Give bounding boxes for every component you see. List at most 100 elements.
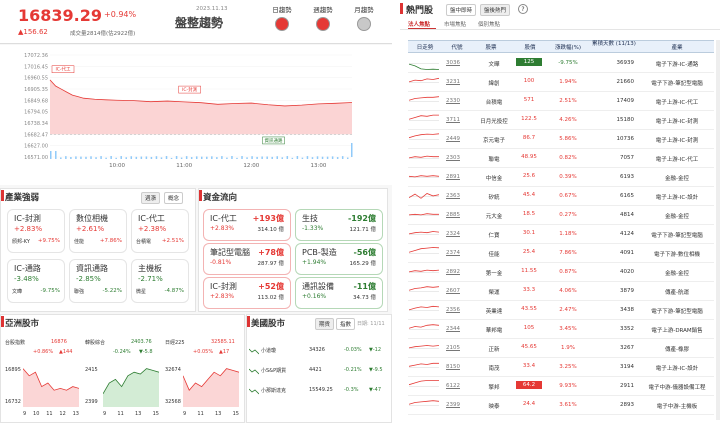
row-name[interactable]: 佳能	[478, 250, 510, 258]
row-name[interactable]: 台積電	[478, 98, 510, 106]
row-days: 6193	[620, 174, 634, 180]
trend-weekly[interactable]: 週趨勢	[303, 4, 343, 31]
industry-leader-pct: +9.75%	[37, 238, 60, 244]
fundflow-card[interactable]: IC-封測 +2.83% +52億 113.02 億	[203, 277, 291, 309]
table-row[interactable]: 3711 日月光投控 122.5 4.26% 15180 電子上游-IC-封測	[408, 111, 714, 130]
asia-sparkline	[103, 368, 159, 407]
row-code[interactable]: 3231	[446, 79, 460, 85]
tab-after-hours[interactable]: 盤後熱門	[480, 4, 511, 16]
row-code[interactable]: 8150	[446, 364, 460, 370]
row-code[interactable]: 2324	[446, 231, 460, 237]
industry-card[interactable]: IC-封測 +2.83% 頎邦-KY +9.75%	[7, 209, 65, 253]
subtab-market[interactable]: 市場焦點	[444, 20, 466, 28]
asia-market-card[interactable]: 韓股綜合 2403.76 -0.24% ▼-5.8 2415 2399 9 11 13 15	[83, 337, 161, 421]
row-days: 10736	[616, 136, 635, 142]
row-code[interactable]: 2885	[446, 212, 460, 218]
table-row[interactable]: 2449 京元電子 86.7 5.86% 10736 電子上游-IC-封測	[408, 130, 714, 149]
table-row[interactable]: 2356 英業達 43.55 2.47% 3438 電子下游-筆記型電腦	[408, 301, 714, 320]
tab-intraday[interactable]: 盤中即時	[446, 4, 477, 16]
row-industry: 電子下游-筆記型電腦	[651, 233, 703, 239]
table-row[interactable]: 2303 聯電 48.95 0.82% 7057 電子上游-IC-代工	[408, 149, 714, 168]
row-code[interactable]: 2344	[446, 326, 460, 332]
asia-tick: 10	[33, 411, 40, 417]
fundflow-card[interactable]: 筆記型電腦 -0.81% +78億 287.97 億	[203, 243, 291, 275]
table-row[interactable]: 8150 南茂 33.4 3.25% 3194 電子上游-IC-設計	[408, 358, 714, 377]
subtab-institutional[interactable]: 法人焦點	[408, 20, 430, 28]
row-name[interactable]: 南茂	[478, 364, 510, 372]
table-row[interactable]: 2374 佳能 25.4 7.86% 4091 電子下游-數位相機	[408, 244, 714, 263]
table-row[interactable]: 3231 緯創 100 1.94% 21660 電子下游-筆記型電腦	[408, 73, 714, 92]
row-code[interactable]: 2607	[446, 288, 460, 294]
row-name[interactable]: 英業達	[478, 307, 510, 315]
trend-daily[interactable]: 日趨勢	[262, 4, 302, 31]
fundflow-card[interactable]: 通訊設備 +0.16% -11億 34.73 億	[295, 277, 383, 309]
industry-toggle-weekly[interactable]: 週漲	[141, 192, 161, 204]
fundflow-card[interactable]: PCB-製造 +1.94% -56億 165.29 億	[295, 243, 383, 275]
row-code[interactable]: 2399	[446, 402, 460, 408]
table-row[interactable]: 2330 台積電 571 2.51% 17409 電子上游-IC-代工	[408, 92, 714, 111]
table-row[interactable]: 2607 榮運 33.3 4.06% 3879 傳產-航運	[408, 282, 714, 301]
row-code[interactable]: 2356	[446, 307, 460, 313]
table-row[interactable]: 2891 中信金 25.6 0.39% 6193 金融-金控	[408, 168, 714, 187]
industry-card[interactable]: 主機板 -2.71% 微星 -4.87%	[131, 259, 189, 303]
row-name[interactable]: 聯電	[478, 155, 510, 163]
row-code[interactable]: 2449	[446, 136, 460, 142]
row-name[interactable]: 仁寶	[478, 231, 510, 239]
table-row[interactable]: 2324 仁寶 30.1 1.18% 4124 電子下游-筆記型電腦	[408, 225, 714, 244]
y-tick-label: 16682.47	[24, 132, 48, 138]
row-code[interactable]: 2303	[446, 155, 460, 161]
subtab-individual[interactable]: 個別焦點	[478, 20, 500, 28]
industry-card[interactable]: IC-通路 -3.48% 文曄 -9.75%	[7, 259, 65, 303]
fundflow-card[interactable]: IC-代工 +2.83% +193億 314.10 億	[203, 209, 291, 241]
asia-market-card[interactable]: 日經225 32585.11 +0.05% ▲17 32674 32568 9 11 13 15	[163, 337, 241, 421]
volume-bar	[105, 157, 107, 159]
table-row[interactable]: 3036 文曄 125 -9.75% 36939 電子下游-IC-通路	[408, 54, 714, 73]
table-row[interactable]: 2892 第一金 11.55 0.87% 4020 金融-金控	[408, 263, 714, 282]
row-name[interactable]: 華邦電	[478, 326, 510, 334]
row-code[interactable]: 2891	[446, 174, 460, 180]
table-row[interactable]: 2885 元大金 18.5 0.27% 4814 金融-金控	[408, 206, 714, 225]
row-code[interactable]: 3036	[446, 60, 460, 66]
fundflow-card[interactable]: 生技 -1.33% -192億 121.71 億	[295, 209, 383, 241]
table-row[interactable]: 6122 擎邦 64.2 9.93% 2911 電子中游-儀器設備工程	[408, 377, 714, 396]
row-code[interactable]: 2892	[446, 269, 460, 275]
row-name[interactable]: 榮運	[478, 288, 510, 296]
us-index-pct: -0.03%	[344, 347, 362, 353]
row-pct: 3.61%	[559, 402, 577, 408]
asia-market-card[interactable]: 台股指數 16876 +0.86% ▲144 16895 16732 9 10 11 12 13	[3, 337, 81, 421]
industry-toggle-concept[interactable]: 概念	[164, 192, 184, 204]
table-row[interactable]: 2105 正新 45.65 1.9% 3267 傳產-橡膠	[408, 339, 714, 358]
industry-card[interactable]: 資訊通路 -2.85% 聯強 -5.22%	[69, 259, 127, 303]
row-name[interactable]: 日月光投控	[478, 117, 510, 125]
help-icon[interactable]: ?	[518, 4, 528, 14]
row-code[interactable]: 6122	[446, 383, 460, 389]
row-code[interactable]: 2363	[446, 193, 460, 199]
row-name[interactable]: 元大金	[478, 212, 510, 220]
us-toggle-futures[interactable]: 期貨	[315, 318, 335, 330]
row-name[interactable]: 緯創	[478, 79, 510, 87]
trend-monthly[interactable]: 月趨勢	[344, 4, 384, 31]
us-toggle-index[interactable]: 指數	[336, 318, 356, 330]
intraday-chart: 17072.36 17016.45 16960.55 16905.35 16849.68…	[0, 45, 392, 185]
table-row[interactable]: 2344 華邦電 105 3.45% 3352 電子上游-DRAM銷售	[408, 320, 714, 339]
industry-card[interactable]: 數位相機 +2.61% 佳能 +7.86%	[69, 209, 127, 253]
row-code[interactable]: 2374	[446, 250, 460, 256]
industry-card[interactable]: IC-代工 +2.38% 台積電 +2.51%	[131, 209, 189, 253]
row-code[interactable]: 2105	[446, 345, 460, 351]
table-row[interactable]: 2363 矽統 45.4 0.67% 6165 電子上游-IC-設計	[408, 187, 714, 206]
row-name[interactable]: 擎邦	[478, 383, 510, 391]
row-code[interactable]: 2330	[446, 98, 460, 104]
row-code[interactable]: 3711	[446, 117, 460, 123]
row-name[interactable]: 第一金	[478, 269, 510, 277]
scrollbar[interactable]	[716, 40, 720, 420]
row-name[interactable]: 中信金	[478, 174, 510, 182]
row-name[interactable]: 矽統	[478, 193, 510, 201]
row-name[interactable]: 京元電子	[478, 136, 510, 144]
row-name[interactable]: 正新	[478, 345, 510, 353]
row-name[interactable]: 映泰	[478, 402, 510, 410]
us-index-row[interactable]: 小那斯達克 15549.25 -0.3% ▼-47	[247, 383, 393, 401]
table-row[interactable]: 2399 映泰 24.4 3.61% 2893 電子中游-主機板	[408, 396, 714, 415]
us-index-row[interactable]: 小S&P期貨 4421 -0.21% ▼-9.5	[247, 363, 393, 381]
row-name[interactable]: 文曄	[478, 60, 510, 68]
us-index-row[interactable]: 小道瓊 34326 -0.03% ▼-12	[247, 343, 393, 361]
